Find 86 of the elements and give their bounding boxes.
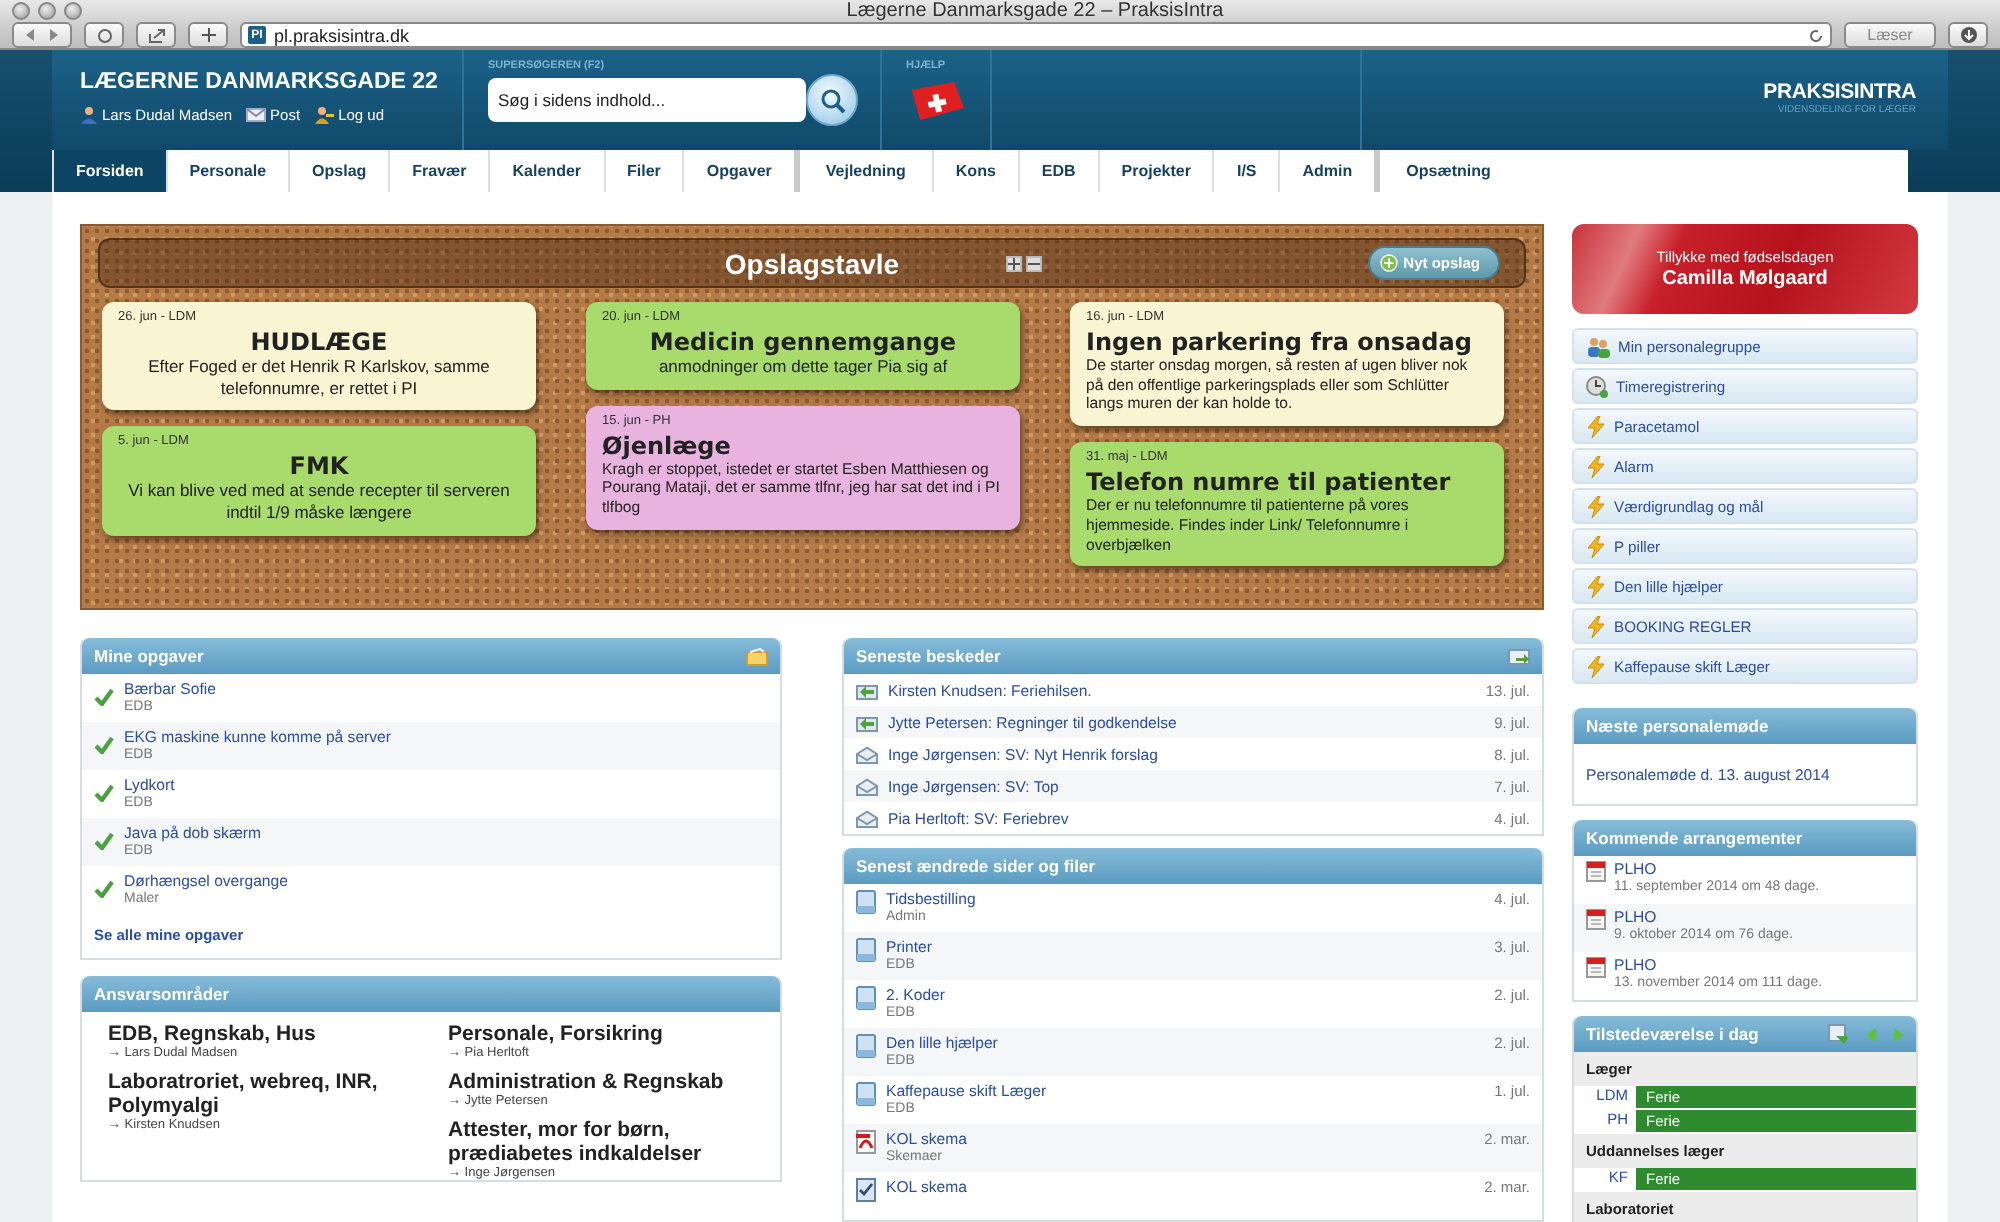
panel-title: Tilstedeværelse i dag — [1586, 1024, 1759, 1044]
check-icon — [94, 832, 114, 850]
search-icon — [819, 87, 845, 113]
nav-tab[interactable]: I/S — [1212, 150, 1279, 192]
first-aid-kit-icon[interactable] — [906, 78, 966, 122]
arrows-icon — [24, 28, 60, 42]
close-button[interactable] — [12, 2, 30, 20]
panel-title: Kommende arrangementer — [1586, 828, 1803, 848]
responsibility-area: Administration & Regnskab — [448, 1070, 760, 1095]
board-title: Opslagstavle — [724, 247, 900, 279]
panel-title: Næste personalemøde — [1586, 716, 1769, 736]
form-icon — [856, 1178, 876, 1202]
search-field[interactable]: Søg i sidens indhold... — [488, 78, 806, 122]
logo-text: PRAKSISINTRA — [1763, 80, 1916, 104]
nav-tab[interactable]: Filer — [603, 150, 683, 192]
bolt-icon — [1586, 655, 1606, 677]
panel-title: Ansvarsområder — [94, 984, 230, 1004]
document-icon — [856, 890, 876, 914]
export-icon[interactable] — [1828, 1024, 1848, 1044]
note-text: Vi kan blive ved med at sende recepter til serveren indtil 1/9 måske længere — [126, 480, 512, 523]
zoom-in-button[interactable] — [1005, 255, 1022, 271]
nav-tab[interactable]: Fravær — [388, 150, 489, 192]
window-title: Lægerne Danmarksgade 22 – PraksisIntra — [844, 0, 1226, 22]
envelope-arrow-icon — [856, 681, 878, 699]
check-icon — [94, 688, 114, 706]
bolt-icon — [1586, 615, 1606, 637]
zoom-button[interactable] — [64, 2, 82, 20]
bolt-icon — [1586, 495, 1606, 517]
responsibility-area: EDB, Regnskab, Hus — [108, 1022, 420, 1047]
search-button[interactable] — [806, 74, 858, 126]
check-icon — [94, 880, 114, 898]
plus-circle-icon — [1379, 254, 1398, 272]
downloads-button[interactable] — [1948, 22, 1988, 48]
document-icon — [856, 1034, 876, 1058]
bolt-icon — [1586, 575, 1606, 597]
note-title: FMK — [289, 452, 349, 481]
note-icon — [746, 647, 768, 665]
history-button[interactable] — [84, 22, 124, 48]
panel-title: Mine opgaver — [94, 646, 204, 666]
plus-icon — [201, 28, 215, 42]
zoom-out-button[interactable] — [1025, 255, 1042, 271]
birthday-name: Camilla Mølgaard — [1662, 268, 1828, 290]
minus-icon — [1027, 257, 1040, 269]
note-title: HUDLÆGE — [250, 328, 388, 356]
note-text: Efter Foged er det Henrik R Karlskov, samme telefonnumre, er rettet i PI — [146, 356, 492, 399]
back-forward-button[interactable] — [12, 22, 72, 48]
document-icon — [856, 986, 876, 1010]
panel-title: Seneste beskeder — [856, 646, 1001, 666]
bolt-icon — [1586, 535, 1606, 557]
check-icon — [94, 784, 114, 802]
envelope-arrow-icon — [856, 713, 878, 731]
panel-title: Senest ændrede sider og filer — [856, 856, 1096, 876]
open-envelope-icon — [856, 809, 878, 827]
note-text: anmodninger om dette tager Pia sig af — [658, 356, 948, 378]
note-title: Øjenlæge — [602, 431, 731, 460]
bolt-icon — [1586, 415, 1606, 437]
loop-icon — [95, 27, 113, 43]
share-icon — [147, 27, 165, 43]
clock-icon — [1586, 375, 1608, 397]
responsibility-area: Attester, mor for børn, prædiabetes indkaldelser — [448, 1118, 760, 1167]
clinic-name: LÆGERNE DANMARKSGADE 22 — [80, 70, 440, 94]
share-button[interactable] — [136, 22, 176, 48]
plus-icon — [1007, 257, 1020, 269]
document-icon — [856, 1082, 876, 1106]
url-text: pl.praksisintra.dk — [274, 25, 412, 45]
people-icon — [1586, 335, 1610, 357]
open-envelope-icon — [856, 745, 878, 763]
nav-tab[interactable]: Forsiden — [52, 150, 166, 192]
new-tab-button[interactable] — [188, 22, 228, 48]
user-key-icon — [314, 106, 335, 124]
note-title: Medicin gennemgange — [649, 328, 957, 356]
reload-icon[interactable] — [1808, 27, 1824, 43]
bolt-icon — [1586, 455, 1606, 477]
open-envelope-icon — [856, 777, 878, 795]
mail-icon — [246, 108, 267, 122]
note-title: Telefon numre til patienter — [1086, 468, 1451, 497]
responsibility-area: Laboratroriet, webreq, INR, Polymyalgi — [108, 1070, 420, 1119]
document-icon — [856, 938, 876, 962]
minimize-button[interactable] — [38, 2, 56, 20]
nav-tab[interactable]: Projekter — [1097, 150, 1213, 192]
user-icon — [80, 106, 98, 124]
download-icon — [1959, 26, 1977, 44]
pdf-icon — [856, 1130, 876, 1154]
note-title: Ingen parkering fra onsadag — [1086, 328, 1472, 356]
responsibility-area: Personale, Forsikring — [448, 1022, 760, 1047]
check-icon — [94, 736, 114, 754]
